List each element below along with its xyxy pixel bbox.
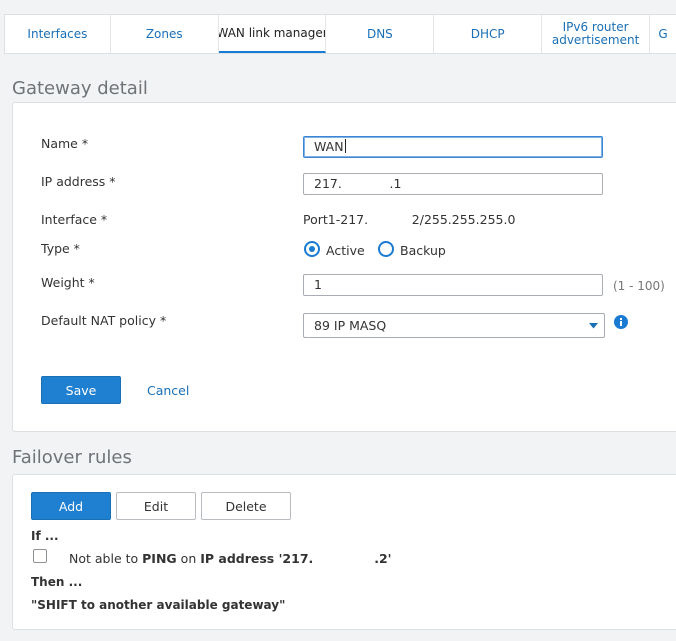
ip-address-field[interactable]: 217. .1 xyxy=(303,173,603,195)
tab-label: G xyxy=(658,26,668,41)
tab-dhcp[interactable]: DHCP xyxy=(434,15,543,53)
then-label: Then ... xyxy=(31,575,83,589)
delete-button[interactable]: Delete xyxy=(201,492,291,520)
gateway-detail-panel: Name * WAN IP address * 217. .1 Interfac… xyxy=(12,102,676,432)
nat-policy-select[interactable]: 89 IP MASQ xyxy=(303,313,605,338)
rule-condition: Not able to PING on IP address '217. .2' xyxy=(69,551,391,566)
failover-rules-panel: Add Edit Delete If ... Not able to PING … xyxy=(12,474,676,630)
failover-action: "SHIFT to another available gateway" xyxy=(31,598,286,612)
tab-interfaces[interactable]: Interfaces xyxy=(5,15,111,53)
type-backup-label: Backup xyxy=(400,243,446,258)
tab-ipv6-router-advertisement[interactable]: IPv6 router advertisement xyxy=(542,15,651,53)
rule-prefix: Not able to xyxy=(69,551,139,566)
weight-range-hint: (1 - 100) xyxy=(613,279,665,293)
type-label: Type * xyxy=(41,241,80,256)
info-icon[interactable] xyxy=(614,315,628,329)
failover-rules-title: Failover rules xyxy=(12,447,132,468)
gateway-detail-title: Gateway detail xyxy=(12,78,148,99)
text-cursor xyxy=(344,139,346,153)
name-label: Name * xyxy=(41,136,89,151)
add-button[interactable]: Add xyxy=(31,492,111,520)
interface-label: Interface * xyxy=(41,212,108,227)
edit-button[interactable]: Edit xyxy=(116,492,196,520)
rule-target: IP address '217. .2' xyxy=(200,551,392,566)
rule-method: PING xyxy=(142,551,177,566)
nat-policy-label: Default NAT policy * xyxy=(41,313,167,328)
tab-bar: Interfaces Zones WAN link manager DNS DH… xyxy=(4,14,676,54)
tab-label: Zones xyxy=(145,26,183,41)
tab-wan-link-manager[interactable]: WAN link manager xyxy=(218,15,327,53)
interface-value: Port1-217. 2/255.255.255.0 xyxy=(303,212,516,227)
tab-dns[interactable]: DNS xyxy=(326,15,435,53)
name-field[interactable]: WAN xyxy=(303,136,603,158)
type-active-radio[interactable] xyxy=(304,241,320,257)
tab-overflow[interactable]: G xyxy=(650,15,676,53)
radio-selected-dot xyxy=(309,246,315,252)
rule-checkbox[interactable] xyxy=(33,549,47,563)
tab-label: DHCP xyxy=(470,26,505,41)
save-button[interactable]: Save xyxy=(41,376,121,404)
tab-zones[interactable]: Zones xyxy=(111,15,219,53)
weight-label: Weight * xyxy=(41,275,95,290)
weight-field[interactable]: 1 xyxy=(303,274,603,296)
type-backup-radio[interactable] xyxy=(378,241,394,257)
chevron-down-icon xyxy=(589,323,598,329)
cancel-link[interactable]: Cancel xyxy=(147,383,189,398)
rule-on: on xyxy=(180,551,197,566)
nat-policy-value: 89 IP MASQ xyxy=(314,318,387,333)
type-active-label: Active xyxy=(326,243,365,258)
ip-address-label: IP address * xyxy=(41,174,116,189)
tab-label: DNS xyxy=(366,26,393,41)
tab-label: WAN link manager xyxy=(218,25,327,40)
tab-label: IPv6 router advertisement xyxy=(551,20,640,47)
tab-label: Interfaces xyxy=(27,26,88,41)
name-value: WAN xyxy=(314,139,344,154)
if-label: If ... xyxy=(31,529,59,543)
